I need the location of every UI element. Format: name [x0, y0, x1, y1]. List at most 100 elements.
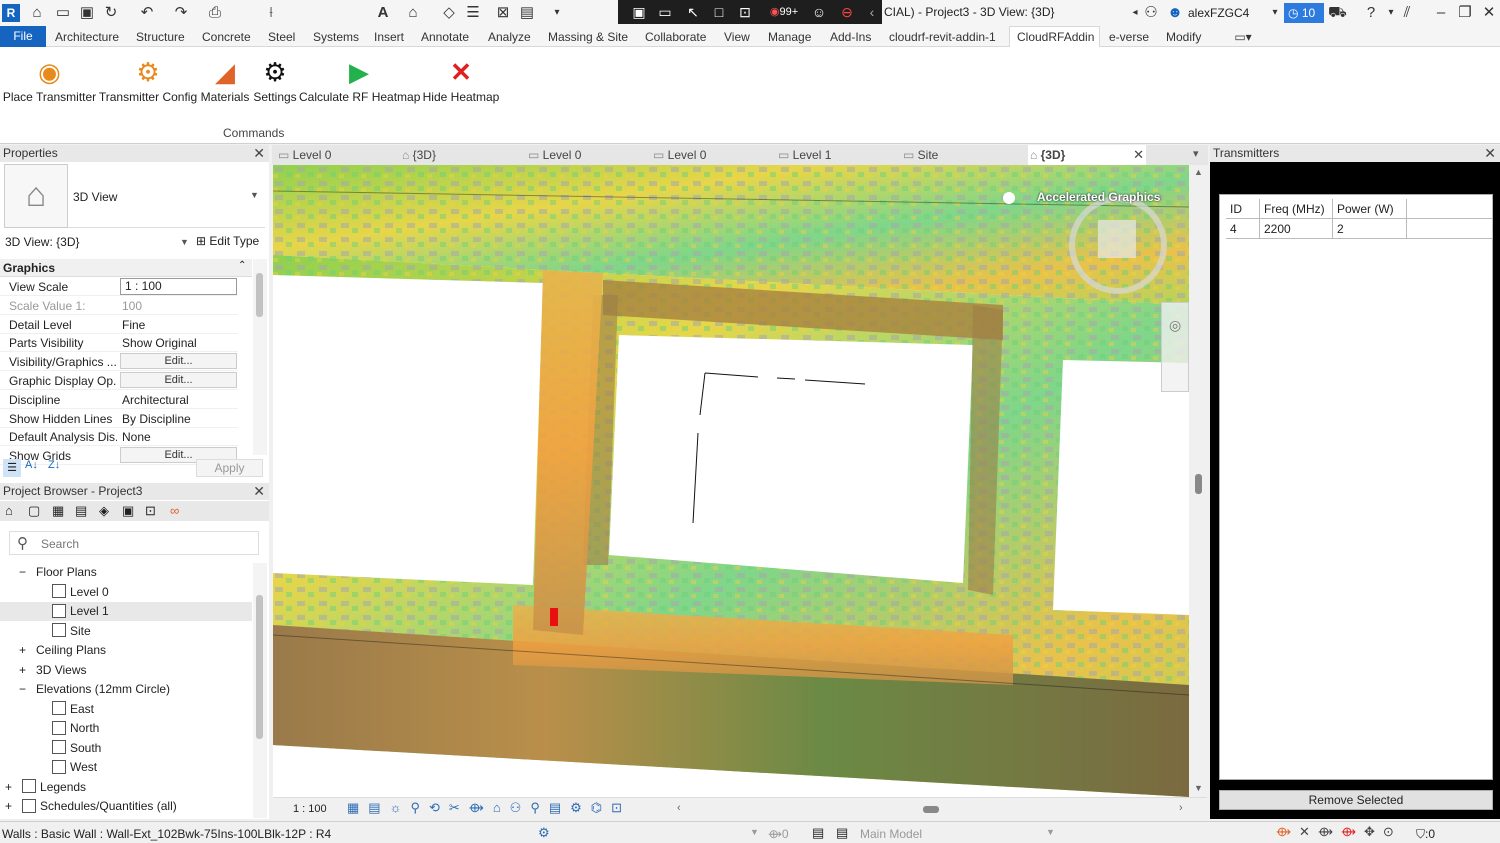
instance-selector[interactable]: 3D View: {3D} [5, 235, 80, 249]
ribbon-tab-insert[interactable]: Insert [374, 30, 404, 44]
ribbon-tab-cloudrf-revit-addin-1[interactable]: cloudrf-revit-addin-1 [889, 30, 996, 44]
main-model-label[interactable]: Main Model [860, 827, 922, 841]
ribbon-tab-collaborate[interactable]: Collaborate [645, 30, 706, 44]
collapse-icon[interactable]: − [19, 682, 26, 696]
switch-windows-icon[interactable]: ▤ [518, 4, 536, 22]
horizontal-scroll-left-icon[interactable]: ‹ [677, 802, 681, 814]
browser-groups-icon[interactable]: ▣ [122, 503, 134, 519]
ribbon-tab-structure[interactable]: Structure [136, 30, 185, 44]
sync-icon[interactable]: ↻ [102, 4, 120, 22]
ribbon-tab-annotate[interactable]: Annotate [421, 30, 469, 44]
ribbon-tab-concrete[interactable]: Concrete [202, 30, 251, 44]
ribbon-tab-cloudrfaddin[interactable]: CloudRFAddin [1017, 30, 1094, 44]
graphics-section-header[interactable]: Graphics ⌃ [0, 259, 252, 277]
property-row[interactable]: View Scale 1 : 100 [0, 277, 238, 296]
stop-icon[interactable]: ⊖ [838, 3, 856, 21]
design-options-list-icon[interactable]: ▤ [836, 825, 848, 841]
ribbon-tab-view[interactable]: View [724, 30, 750, 44]
type-selector[interactable]: ⌂ 3D View ▼ [4, 164, 265, 228]
measure-icon[interactable]: ⟊ [262, 4, 280, 22]
browser-node-elevations-12mm-circle[interactable]: − Elevations (12mm Circle) [19, 680, 170, 699]
redo-icon[interactable]: ↷ [172, 4, 190, 22]
type-dropdown-icon[interactable]: ▼ [250, 190, 259, 200]
view-tabs-dropdown-icon[interactable]: ▾ [1193, 147, 1199, 160]
table-cell[interactable]: 4 [1226, 219, 1260, 239]
property-row[interactable]: Visibility/Graphics ... Edit... [0, 352, 238, 372]
close-hidden-icon[interactable]: ⊠ [494, 4, 512, 22]
table-row[interactable]: 4 2200 2 [1220, 219, 1494, 239]
steering-wheel-icon[interactable]: ◎ [1169, 317, 1181, 334]
browser-node-south[interactable]: South [52, 739, 101, 758]
dropdown-icon[interactable]: ▾ [548, 4, 566, 22]
collapse-section-icon[interactable]: ⌃ [238, 260, 246, 271]
save-icon[interactable]: ▣ [78, 4, 96, 22]
browser-views-icon[interactable]: ▢ [28, 503, 40, 519]
transmitter-config-button[interactable]: ⚙ Transmitter Config [98, 53, 198, 113]
file-tab[interactable]: File [0, 26, 46, 47]
cart-icon[interactable]: ⛟ [1328, 4, 1347, 22]
user-name[interactable]: alexFZGC4 [1188, 6, 1249, 20]
expand-icon[interactable]: + [19, 643, 26, 657]
search-input[interactable]: Search [41, 537, 79, 551]
3d-viewport[interactable]: Accelerated Graphics ◎ [273, 165, 1189, 797]
place-transmitter-button[interactable]: ◉ Place Transmitter [2, 53, 97, 113]
properties-scrollbar[interactable] [253, 259, 267, 455]
edit-type-button[interactable]: ⊞ Edit Type [196, 234, 259, 248]
ribbon-tab-steel[interactable]: Steel [268, 30, 295, 44]
text-icon[interactable]: A [374, 4, 392, 22]
pointer-icon[interactable]: ↖ [684, 3, 702, 21]
column-header[interactable]: ID [1226, 199, 1260, 219]
undo-icon[interactable]: ↶ [138, 4, 156, 22]
browser-families-icon[interactable]: ◈ [99, 503, 109, 519]
viewport-vscroll-thumb[interactable] [1195, 474, 1202, 494]
close-tab-icon[interactable]: ✕ [1133, 145, 1144, 165]
open-icon[interactable]: ▭ [54, 4, 72, 22]
browser-node-site[interactable]: Site [52, 622, 91, 641]
ribbon-tab-add-ins[interactable]: Add-Ins [830, 30, 871, 44]
browser-node-north[interactable]: North [52, 719, 99, 738]
view-tab[interactable]: ▭ Site [903, 145, 1023, 165]
browser-node-level-0[interactable]: Level 0 [52, 583, 109, 602]
window-icon[interactable]: □ [710, 3, 728, 21]
apply-button[interactable]: Apply [196, 459, 263, 477]
table-cell[interactable]: 2200 [1260, 219, 1333, 239]
restore-icon[interactable]: ❐ [1456, 4, 1474, 22]
settings-button[interactable]: ⚙ Settings [252, 53, 298, 113]
expand-icon[interactable]: + [19, 663, 26, 677]
editable-only-indicator[interactable]: ⟴0 [768, 827, 789, 841]
browser-node-floor-plans[interactable]: − Floor Plans [19, 563, 97, 582]
view-tab[interactable]: ▭ Level 1 [778, 145, 898, 165]
selection-tools-icons[interactable]: ⟴✕⟴⟴✥⊙ [1276, 824, 1402, 840]
remove-selected-button[interactable]: Remove Selected [1219, 790, 1493, 810]
view-tab[interactable]: ⌂ {3D} [402, 145, 522, 165]
table-cell[interactable]: 2 [1333, 219, 1407, 239]
user-icon[interactable]: ☻ [1166, 4, 1184, 22]
ribbon-tab-manage[interactable]: Manage [768, 30, 811, 44]
worksets-icon[interactable]: ▤ [812, 825, 824, 841]
revit-logo-icon[interactable]: R [2, 4, 20, 22]
calculate-rf-heatmap-button[interactable]: ▶ Calculate RF Heatmap [299, 53, 420, 113]
accessibility-icon[interactable]: ☺ [810, 3, 828, 21]
close-properties-icon[interactable]: ✕ [253, 145, 265, 162]
close-window-icon[interactable]: ✕ [1480, 4, 1498, 22]
help-icon[interactable]: ? [1362, 4, 1380, 22]
ribbon-tab-systems[interactable]: Systems [313, 30, 359, 44]
3d-view-icon[interactable]: ⌂ [404, 4, 422, 22]
property-row[interactable]: Discipline Architectural [0, 390, 238, 409]
sort-categorized-icon[interactable]: ☰ [3, 459, 21, 477]
browser-sheets-icon[interactable]: ▦ [52, 503, 64, 519]
ribbon-options-icon[interactable]: ▭▾ [1234, 28, 1252, 46]
sort-az-icon[interactable]: A↓ [25, 459, 38, 471]
browser-node-west[interactable]: West [52, 758, 97, 777]
comm-center-icon[interactable]: ⫽ [1398, 4, 1416, 22]
view-control-icons[interactable]: ▦▤☼⚲⟲✂⟴⌂⚇⚲▤⚙⌬⊡ [347, 800, 631, 816]
browser-node-ceiling-plans[interactable]: + Ceiling Plans [19, 641, 106, 660]
print-icon[interactable]: ⎙ [206, 4, 224, 22]
screen-capture-icon[interactable]: ▣ [630, 3, 648, 21]
column-header[interactable]: Power (W) [1333, 199, 1407, 219]
horizontal-scroll-right-icon[interactable]: › [1179, 802, 1183, 814]
viewport-vertical-scrollbar[interactable]: ▲ ▼ [1190, 165, 1207, 797]
workset-dropdown-icon[interactable]: ▼ [750, 827, 759, 837]
property-edit-button[interactable]: Edit... [120, 372, 237, 388]
view-tab[interactable]: ▭ Level 0 [528, 145, 648, 165]
